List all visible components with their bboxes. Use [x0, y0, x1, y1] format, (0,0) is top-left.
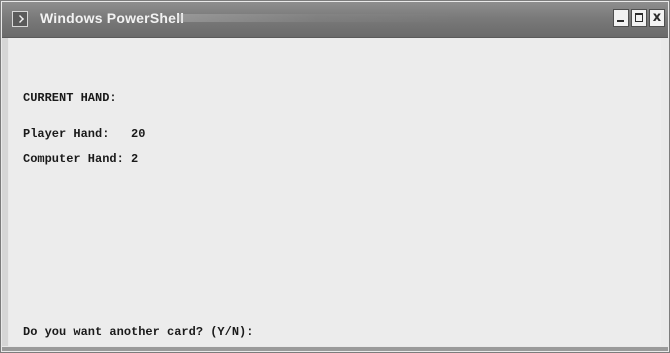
- console-output[interactable]: CURRENT HAND: Player Hand: 20 Computer H…: [9, 38, 661, 346]
- computer-hand-line: Computer Hand: 2: [23, 152, 139, 166]
- powershell-icon[interactable]: [12, 11, 28, 27]
- close-icon: x: [652, 10, 662, 25]
- current-hand-heading: CURRENT HAND:: [23, 91, 117, 105]
- window-title: Windows PowerShell: [40, 10, 185, 26]
- powershell-window: Windows PowerShell x CURRENT HAND: Playe…: [0, 0, 670, 353]
- window-bottom-border: [2, 347, 668, 351]
- title-bar[interactable]: Windows PowerShell x: [2, 2, 668, 38]
- close-button[interactable]: x: [649, 9, 665, 27]
- minimize-icon: [617, 20, 624, 22]
- maximize-button[interactable]: [631, 9, 647, 27]
- maximize-icon: [635, 13, 643, 22]
- another-card-prompt: Do you want another card? (Y/N):: [23, 325, 254, 339]
- minimize-button[interactable]: [613, 9, 629, 27]
- window-left-border: [2, 38, 8, 346]
- title-bar-glare: [177, 14, 457, 22]
- player-hand-line: Player Hand: 20: [23, 127, 146, 141]
- window-controls: x: [613, 9, 665, 27]
